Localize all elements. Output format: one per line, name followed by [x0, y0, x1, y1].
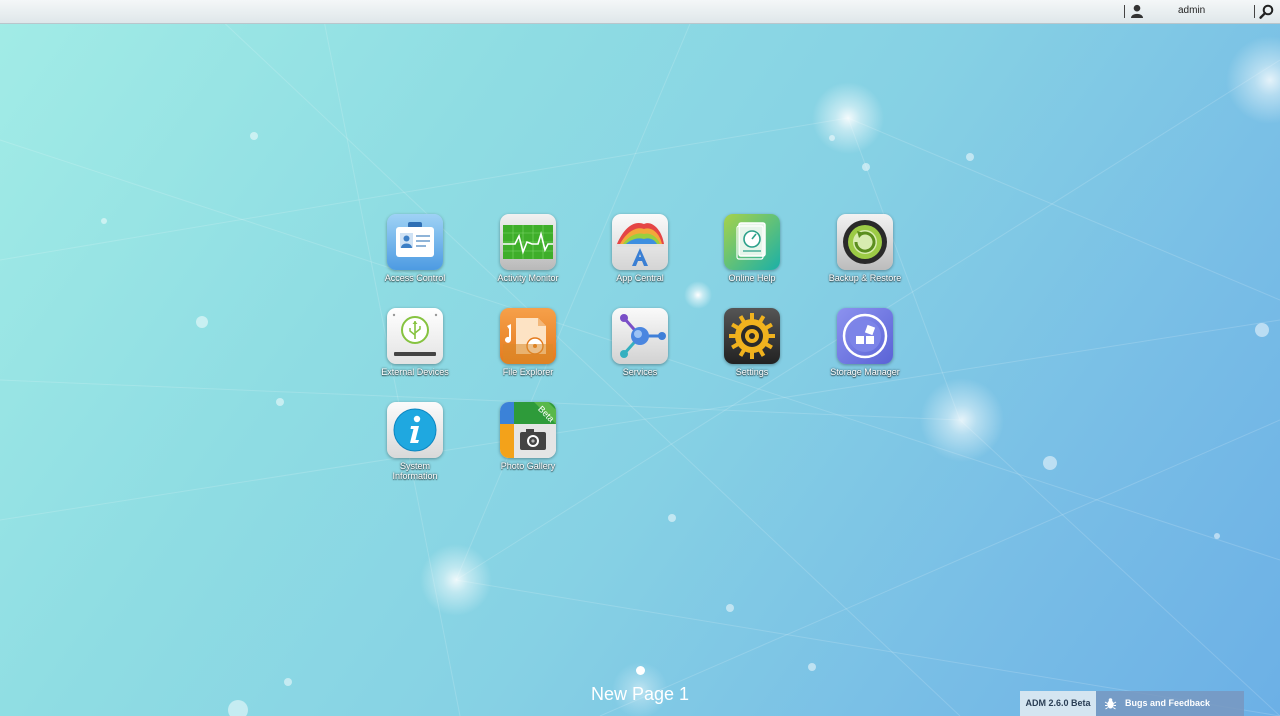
app-file-explorer[interactable]: File Explorer	[478, 308, 578, 377]
user-icon[interactable]	[1130, 4, 1144, 18]
app-external-devices[interactable]: External Devices	[365, 308, 465, 377]
file-explorer-icon	[500, 308, 556, 364]
app-photo-gallery[interactable]: Beta Photo Gallery	[478, 402, 578, 471]
app-activity-monitor[interactable]: Activity Monitor	[478, 214, 578, 283]
app-backup-restore[interactable]: Backup & Restore	[815, 214, 915, 283]
settings-icon	[724, 308, 780, 364]
app-app-central[interactable]: App Central	[590, 214, 690, 283]
activity-monitor-icon	[500, 214, 556, 270]
external-devices-icon	[387, 308, 443, 364]
services-icon	[612, 308, 668, 364]
app-label: Backup & Restore	[828, 273, 902, 283]
app-settings[interactable]: Settings	[702, 308, 802, 377]
app-storage-manager[interactable]: Storage Manager	[815, 308, 915, 377]
app-label: Online Help	[728, 273, 776, 283]
app-central-icon	[612, 214, 668, 270]
separator	[1124, 5, 1125, 18]
system-information-icon	[387, 402, 443, 458]
app-online-help[interactable]: Online Help	[702, 214, 802, 283]
app-label: Activity Monitor	[497, 273, 559, 283]
app-label: System Information	[392, 461, 438, 481]
app-label: Photo Gallery	[500, 461, 556, 471]
bug-icon	[1104, 698, 1117, 710]
app-label: Settings	[735, 367, 769, 377]
app-label: App Central	[616, 273, 664, 283]
app-system-information[interactable]: System Information	[365, 402, 465, 481]
storage-manager-icon	[837, 308, 893, 364]
bugs-feedback-button[interactable]: Bugs and Feedback	[1096, 691, 1244, 716]
version-label: ADM 2.6.0 Beta	[1020, 691, 1096, 716]
bugs-feedback-label: Bugs and Feedback	[1125, 698, 1211, 708]
online-help-icon	[724, 214, 780, 270]
photo-gallery-icon: Beta	[500, 402, 556, 458]
app-access-control[interactable]: Access Control	[365, 214, 465, 283]
footer-bar: ADM 2.6.0 Beta Bugs and Feedback	[1020, 691, 1244, 716]
app-services[interactable]: Services	[590, 308, 690, 377]
app-label: Storage Manager	[830, 367, 900, 377]
app-label: Services	[622, 367, 658, 377]
app-label: Access Control	[384, 273, 446, 283]
backup-restore-icon	[837, 214, 893, 270]
username[interactable]: admin	[1178, 5, 1205, 16]
page-indicator-dot[interactable]	[636, 666, 645, 675]
separator	[1254, 5, 1255, 18]
app-label: File Explorer	[502, 367, 554, 377]
access-control-icon	[387, 214, 443, 270]
top-bar: admin	[0, 0, 1280, 24]
page-title: New Page 1	[590, 684, 690, 704]
search-icon[interactable]	[1259, 4, 1274, 19]
app-label: External Devices	[381, 367, 449, 377]
